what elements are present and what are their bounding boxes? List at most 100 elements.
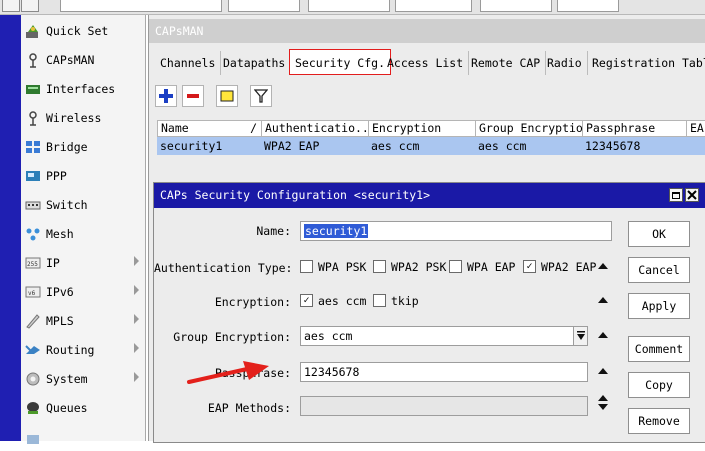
tab-datapaths[interactable]: Datapaths xyxy=(218,51,292,75)
tab-remote-cap[interactable]: Remote CAP xyxy=(466,51,547,75)
collapse-arrow-icon[interactable] xyxy=(598,263,608,269)
maximize-icon xyxy=(672,191,680,199)
submenu-arrow-icon xyxy=(134,256,139,266)
tab-radio[interactable]: Radio xyxy=(542,51,588,75)
ok-button[interactable]: OK xyxy=(628,221,690,247)
sidebar-item-ipv6[interactable]: v6 IPv6 xyxy=(21,277,145,306)
cell-name: security1 xyxy=(160,139,223,153)
scroll-down-icon[interactable] xyxy=(598,404,608,410)
sidebar-item-switch[interactable]: Switch xyxy=(21,190,145,219)
auth-wpa-eap-label: WPA EAP xyxy=(467,260,516,274)
remove-button[interactable]: Remove xyxy=(628,408,690,434)
sidebar-item-ip[interactable]: 255 IP xyxy=(21,248,145,277)
undo-button[interactable] xyxy=(2,0,20,12)
eap-methods-input[interactable] xyxy=(300,396,588,416)
dialog-title: CAPs Security Configuration <security1> xyxy=(154,183,705,208)
apply-button[interactable]: Apply xyxy=(628,293,690,319)
auth-type-label: Authentication Type: xyxy=(154,261,293,275)
auth-wpa-psk-label: WPA PSK xyxy=(318,260,367,274)
collapse-arrow-icon[interactable] xyxy=(598,297,608,303)
cell-group-encryption: aes ccm xyxy=(478,139,527,153)
tab-security-cfg[interactable]: Security Cfg. xyxy=(289,49,392,75)
tab-access-list[interactable]: Access List xyxy=(382,51,470,75)
ip-icon: 255 xyxy=(25,255,41,271)
column-group-encryption[interactable]: Group Encryption xyxy=(476,121,583,136)
group-encryption-select[interactable]: aes ccm xyxy=(300,326,588,346)
memory-field xyxy=(395,0,472,12)
filter-button[interactable] xyxy=(250,85,272,107)
sidebar-item-interfaces[interactable]: Interfaces xyxy=(21,74,145,103)
checkmark-icon: ✓ xyxy=(303,294,310,306)
auth-wpa-psk-checkbox[interactable] xyxy=(300,260,313,273)
window-title: CAPsMAN xyxy=(149,19,705,43)
add-button[interactable] xyxy=(155,85,177,107)
sidebar-item-capsman[interactable]: CAPsMAN xyxy=(21,45,145,74)
maximize-button[interactable] xyxy=(669,188,683,202)
sidebar-item-ppp[interactable]: PPP xyxy=(21,161,145,190)
safe-mode-field[interactable] xyxy=(60,0,222,12)
switch-icon xyxy=(25,197,41,213)
scroll-up-icon[interactable] xyxy=(598,395,608,401)
comment-button[interactable] xyxy=(216,85,238,107)
encryption-tkip-checkbox[interactable] xyxy=(373,294,386,307)
ipv6-icon: v6 xyxy=(25,284,41,300)
sidebar-item-quick-set[interactable]: Quick Set xyxy=(21,16,145,45)
routing-icon xyxy=(25,342,41,358)
comment-icon xyxy=(220,90,234,102)
column-eap[interactable]: EA xyxy=(687,121,705,136)
column-name[interactable]: Name / xyxy=(158,121,262,136)
sidebar-item-wireless[interactable]: Wireless xyxy=(21,103,145,132)
submenu-arrow-icon xyxy=(134,343,139,353)
encryption-aes-ccm-label: aes ccm xyxy=(318,294,367,308)
sidebar-item-routing[interactable]: Routing xyxy=(21,335,145,364)
tab-registration-table[interactable]: Registration Table xyxy=(587,51,705,75)
mpls-icon xyxy=(25,313,41,329)
passphrase-input[interactable]: 12345678 xyxy=(300,362,588,382)
column-authentication[interactable]: Authenticatio... xyxy=(262,121,369,136)
close-button[interactable] xyxy=(685,188,699,202)
cpu-field xyxy=(557,0,619,12)
close-icon xyxy=(687,190,697,200)
auth-wpa2-psk-label: WPA2 PSK xyxy=(391,260,447,274)
group-encryption-label: Group Encryption: xyxy=(173,330,291,344)
encryption-label: Encryption: xyxy=(214,295,291,309)
ppp-icon xyxy=(25,168,41,184)
collapse-arrow-icon[interactable] xyxy=(598,368,608,374)
auth-wpa-eap-checkbox[interactable] xyxy=(449,260,462,273)
wireless-icon xyxy=(25,110,41,126)
quick-set-icon xyxy=(25,23,41,39)
sidebar-item-bridge[interactable]: Bridge xyxy=(21,132,145,161)
auth-wpa2-eap-checkbox[interactable]: ✓ xyxy=(523,260,536,273)
sidebar-item-queues[interactable]: Queues xyxy=(21,393,145,422)
collapse-arrow-icon[interactable] xyxy=(598,332,608,338)
status-field xyxy=(308,0,390,12)
name-input[interactable]: security1 xyxy=(300,221,612,241)
sidebar-item-mpls[interactable]: MPLS xyxy=(21,306,145,335)
table-row[interactable]: security1 WPA2 EAP aes ccm aes ccm 12345… xyxy=(157,137,705,155)
copy-button[interactable]: Copy xyxy=(628,372,690,398)
encryption-aes-ccm-checkbox[interactable]: ✓ xyxy=(300,294,313,307)
cell-encryption: aes ccm xyxy=(371,139,420,153)
auth-wpa2-psk-checkbox[interactable] xyxy=(373,260,386,273)
top-toolbar xyxy=(0,0,705,15)
cell-authentication: WPA2 EAP xyxy=(264,139,320,153)
remove-button[interactable] xyxy=(182,85,204,107)
submenu-arrow-icon xyxy=(134,285,139,295)
comment-button[interactable]: Comment xyxy=(628,336,690,362)
table-header: Name / Authenticatio... Encryption Group… xyxy=(157,120,705,137)
session-field[interactable] xyxy=(228,0,300,12)
sidebar-item-mesh[interactable]: Mesh xyxy=(21,219,145,248)
add-icon xyxy=(159,89,173,103)
redo-button[interactable] xyxy=(21,0,39,12)
security-config-dialog: CAPs Security Configuration <security1> … xyxy=(153,182,705,443)
sidebar-menu: Quick Set CAPsMAN Interfaces Wireless Br… xyxy=(21,15,146,444)
checkmark-icon: ✓ xyxy=(526,260,533,272)
tab-channels[interactable]: Channels xyxy=(155,51,222,75)
menu-stripe xyxy=(0,15,21,441)
dropdown-button[interactable] xyxy=(573,327,587,345)
column-passphrase[interactable]: Passphrase xyxy=(583,121,687,136)
sidebar-item-system[interactable]: System xyxy=(21,364,145,393)
cancel-button[interactable]: Cancel xyxy=(628,257,690,283)
capsman-icon xyxy=(25,52,41,68)
column-encryption[interactable]: Encryption xyxy=(369,121,476,136)
